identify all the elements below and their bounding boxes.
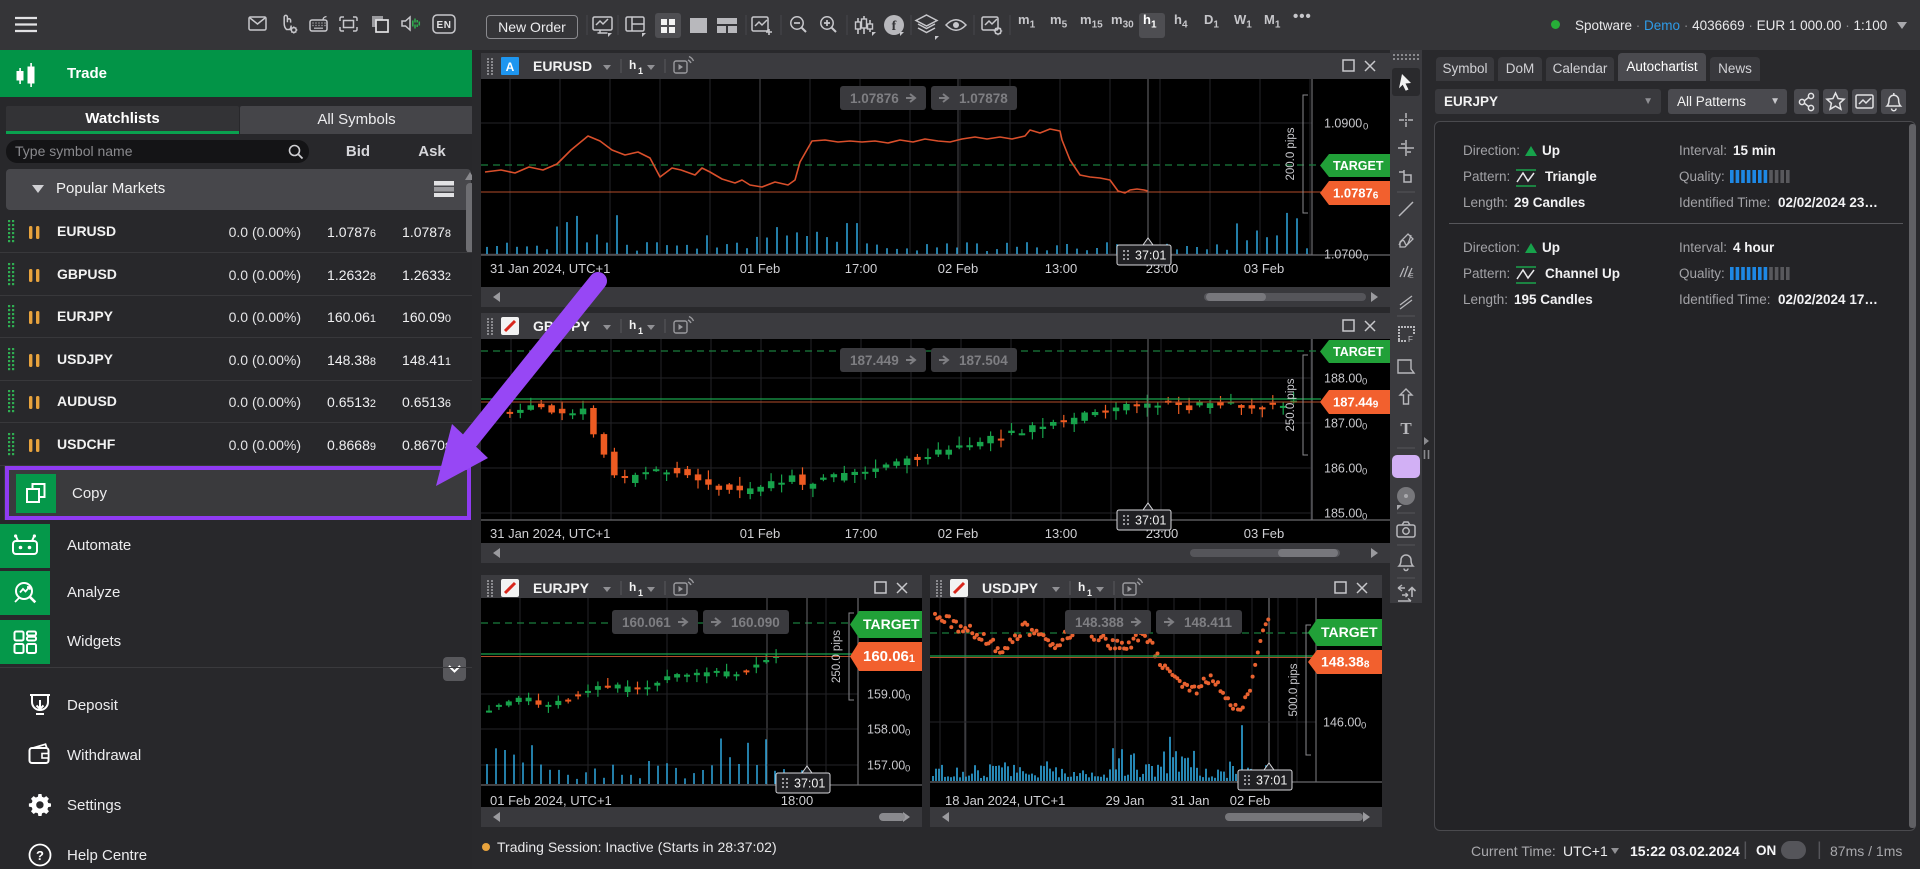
svg-text:146.00: 146.00: [1323, 716, 1361, 730]
svg-text:185.00: 185.00: [1324, 507, 1362, 521]
svg-text:157.00: 157.00: [867, 759, 905, 773]
svg-text:250.0 pips: 250.0 pips: [1285, 378, 1297, 431]
svg-text:GBPJPY: GBPJPY: [533, 318, 590, 334]
svg-text:1: 1: [638, 326, 643, 336]
svg-text:187.504: 187.504: [959, 353, 1008, 368]
svg-text:200.0 pips: 200.0 pips: [1285, 127, 1297, 180]
svg-text:F: F: [1408, 335, 1413, 344]
svg-text:160.090: 160.090: [731, 615, 780, 630]
svg-text:31 Jan: 31 Jan: [1170, 793, 1209, 808]
svg-text:37:01: 37:01: [1135, 514, 1166, 528]
svg-text:0: 0: [1362, 467, 1367, 478]
svg-text:TARGET: TARGET: [1333, 345, 1384, 359]
svg-text:187.00: 187.00: [1324, 417, 1362, 431]
svg-text:0: 0: [1363, 122, 1368, 133]
svg-text:148.388: 148.388: [1075, 615, 1124, 630]
svg-text:1.07876: 1.07876: [1333, 186, 1379, 202]
svg-text:1.07878: 1.07878: [959, 91, 1008, 106]
svg-text:TARGET: TARGET: [863, 616, 920, 632]
svg-text:188.00: 188.00: [1324, 372, 1362, 386]
svg-text:159.00: 159.00: [867, 688, 905, 702]
svg-text:01 Feb: 01 Feb: [740, 526, 780, 541]
svg-text:1.0700: 1.0700: [1324, 248, 1362, 262]
svg-text:31 Jan 2024, UTC+1: 31 Jan 2024, UTC+1: [490, 526, 610, 541]
svg-text:h: h: [1078, 580, 1085, 594]
svg-text:TARGET: TARGET: [1321, 624, 1378, 640]
svg-text:0: 0: [905, 764, 910, 775]
svg-text:h: h: [629, 58, 636, 72]
svg-text:1: 1: [638, 66, 643, 76]
svg-text:T: T: [1400, 419, 1412, 438]
svg-text:31 Jan 2024, UTC+1: 31 Jan 2024, UTC+1: [490, 261, 610, 276]
svg-text:03 Feb: 03 Feb: [1244, 261, 1284, 276]
svg-text:13:00: 13:00: [1045, 261, 1078, 276]
svg-text:37:01: 37:01: [1256, 774, 1287, 788]
svg-text:f: f: [892, 19, 897, 34]
svg-text:13:00: 13:00: [1045, 526, 1078, 541]
svg-text:37:01: 37:01: [794, 777, 825, 791]
svg-text:01 Feb 2024, UTC+1: 01 Feb 2024, UTC+1: [490, 793, 612, 808]
svg-text:EURJPY: EURJPY: [533, 580, 590, 596]
svg-text:03 Feb: 03 Feb: [1244, 526, 1284, 541]
svg-text:0: 0: [1361, 721, 1366, 732]
svg-text:37:01: 37:01: [1135, 249, 1166, 263]
svg-text:1.07876: 1.07876: [850, 91, 899, 106]
svg-text:0: 0: [1363, 253, 1368, 264]
svg-text:1: 1: [1087, 588, 1092, 598]
svg-text:0: 0: [1362, 377, 1367, 388]
svg-text:500.0 pips: 500.0 pips: [1288, 663, 1300, 716]
svg-text:160.061: 160.061: [622, 615, 671, 630]
svg-text:h: h: [629, 580, 636, 594]
svg-text:187.449: 187.449: [850, 353, 899, 368]
svg-text:0: 0: [905, 693, 910, 704]
svg-text:E: E: [1409, 273, 1414, 280]
svg-text:?: ?: [36, 848, 44, 863]
svg-text:0: 0: [905, 728, 910, 739]
svg-text:02 Feb: 02 Feb: [938, 526, 978, 541]
svg-text:A: A: [506, 60, 515, 74]
svg-text:01 Feb: 01 Feb: [740, 261, 780, 276]
svg-text:h: h: [629, 318, 636, 332]
svg-text:148.411: 148.411: [1184, 615, 1233, 630]
svg-text:EURUSD: EURUSD: [533, 58, 592, 74]
svg-text:TARGET: TARGET: [1333, 159, 1384, 173]
svg-text:158.00: 158.00: [867, 723, 905, 737]
svg-text:0: 0: [1362, 422, 1367, 433]
svg-text:17:00: 17:00: [845, 526, 878, 541]
svg-text:18 Jan 2024, UTC+1: 18 Jan 2024, UTC+1: [945, 793, 1065, 808]
svg-text:17:00: 17:00: [845, 261, 878, 276]
svg-text:29 Jan: 29 Jan: [1105, 793, 1144, 808]
svg-text:250.0 pips: 250.0 pips: [831, 630, 843, 683]
svg-text:160.061: 160.061: [863, 648, 915, 665]
svg-text:148.388: 148.388: [1321, 654, 1370, 671]
svg-text:02 Feb: 02 Feb: [938, 261, 978, 276]
svg-text:1.0900: 1.0900: [1324, 117, 1362, 131]
svg-text:18:00: 18:00: [781, 793, 814, 808]
svg-text:1: 1: [638, 588, 643, 598]
svg-text:0: 0: [1362, 512, 1367, 523]
svg-text:187.449: 187.449: [1333, 395, 1379, 411]
svg-text:186.00: 186.00: [1324, 462, 1362, 476]
svg-text:USDJPY: USDJPY: [982, 580, 1039, 596]
svg-text:02 Feb: 02 Feb: [1230, 793, 1270, 808]
